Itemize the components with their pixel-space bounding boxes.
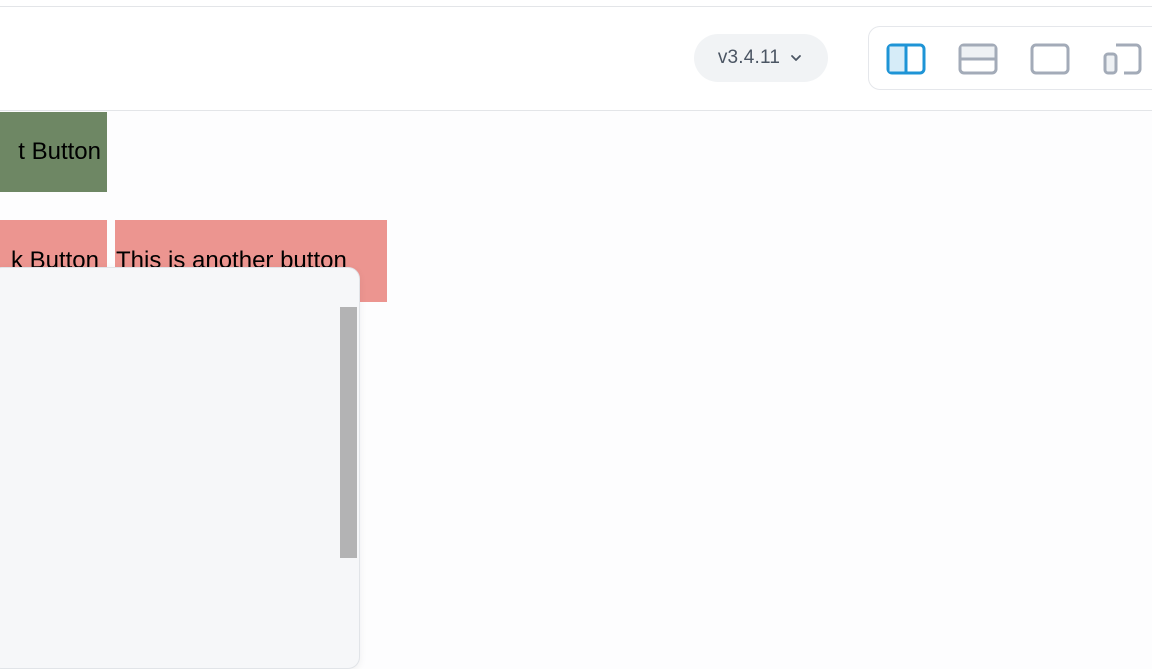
split-horizontal-icon <box>958 43 998 75</box>
picture-in-picture-icon <box>1103 43 1142 75</box>
preview-only-icon <box>1030 43 1070 75</box>
version-label: v3.4.11 <box>717 47 781 68</box>
split-vertical-icon <box>886 43 926 75</box>
layout-split-horizontal-button[interactable] <box>954 39 1002 79</box>
overlay-scrollbar-thumb[interactable] <box>340 307 357 558</box>
chevron-down-icon <box>791 55 802 61</box>
toolbar: v3.4.11 <box>0 7 1152 111</box>
overlay-panel <box>0 267 360 669</box>
version-selector-button[interactable]: v3.4.11 <box>694 34 828 82</box>
layout-preview-only-button[interactable] <box>1026 39 1074 79</box>
layout-toggle-group <box>868 26 1152 90</box>
top-strip <box>0 0 1152 7</box>
preview-green-button[interactable]: t Button <box>0 112 107 192</box>
layout-split-vertical-button[interactable] <box>882 39 930 79</box>
layout-picture-in-picture-button[interactable] <box>1098 39 1146 79</box>
